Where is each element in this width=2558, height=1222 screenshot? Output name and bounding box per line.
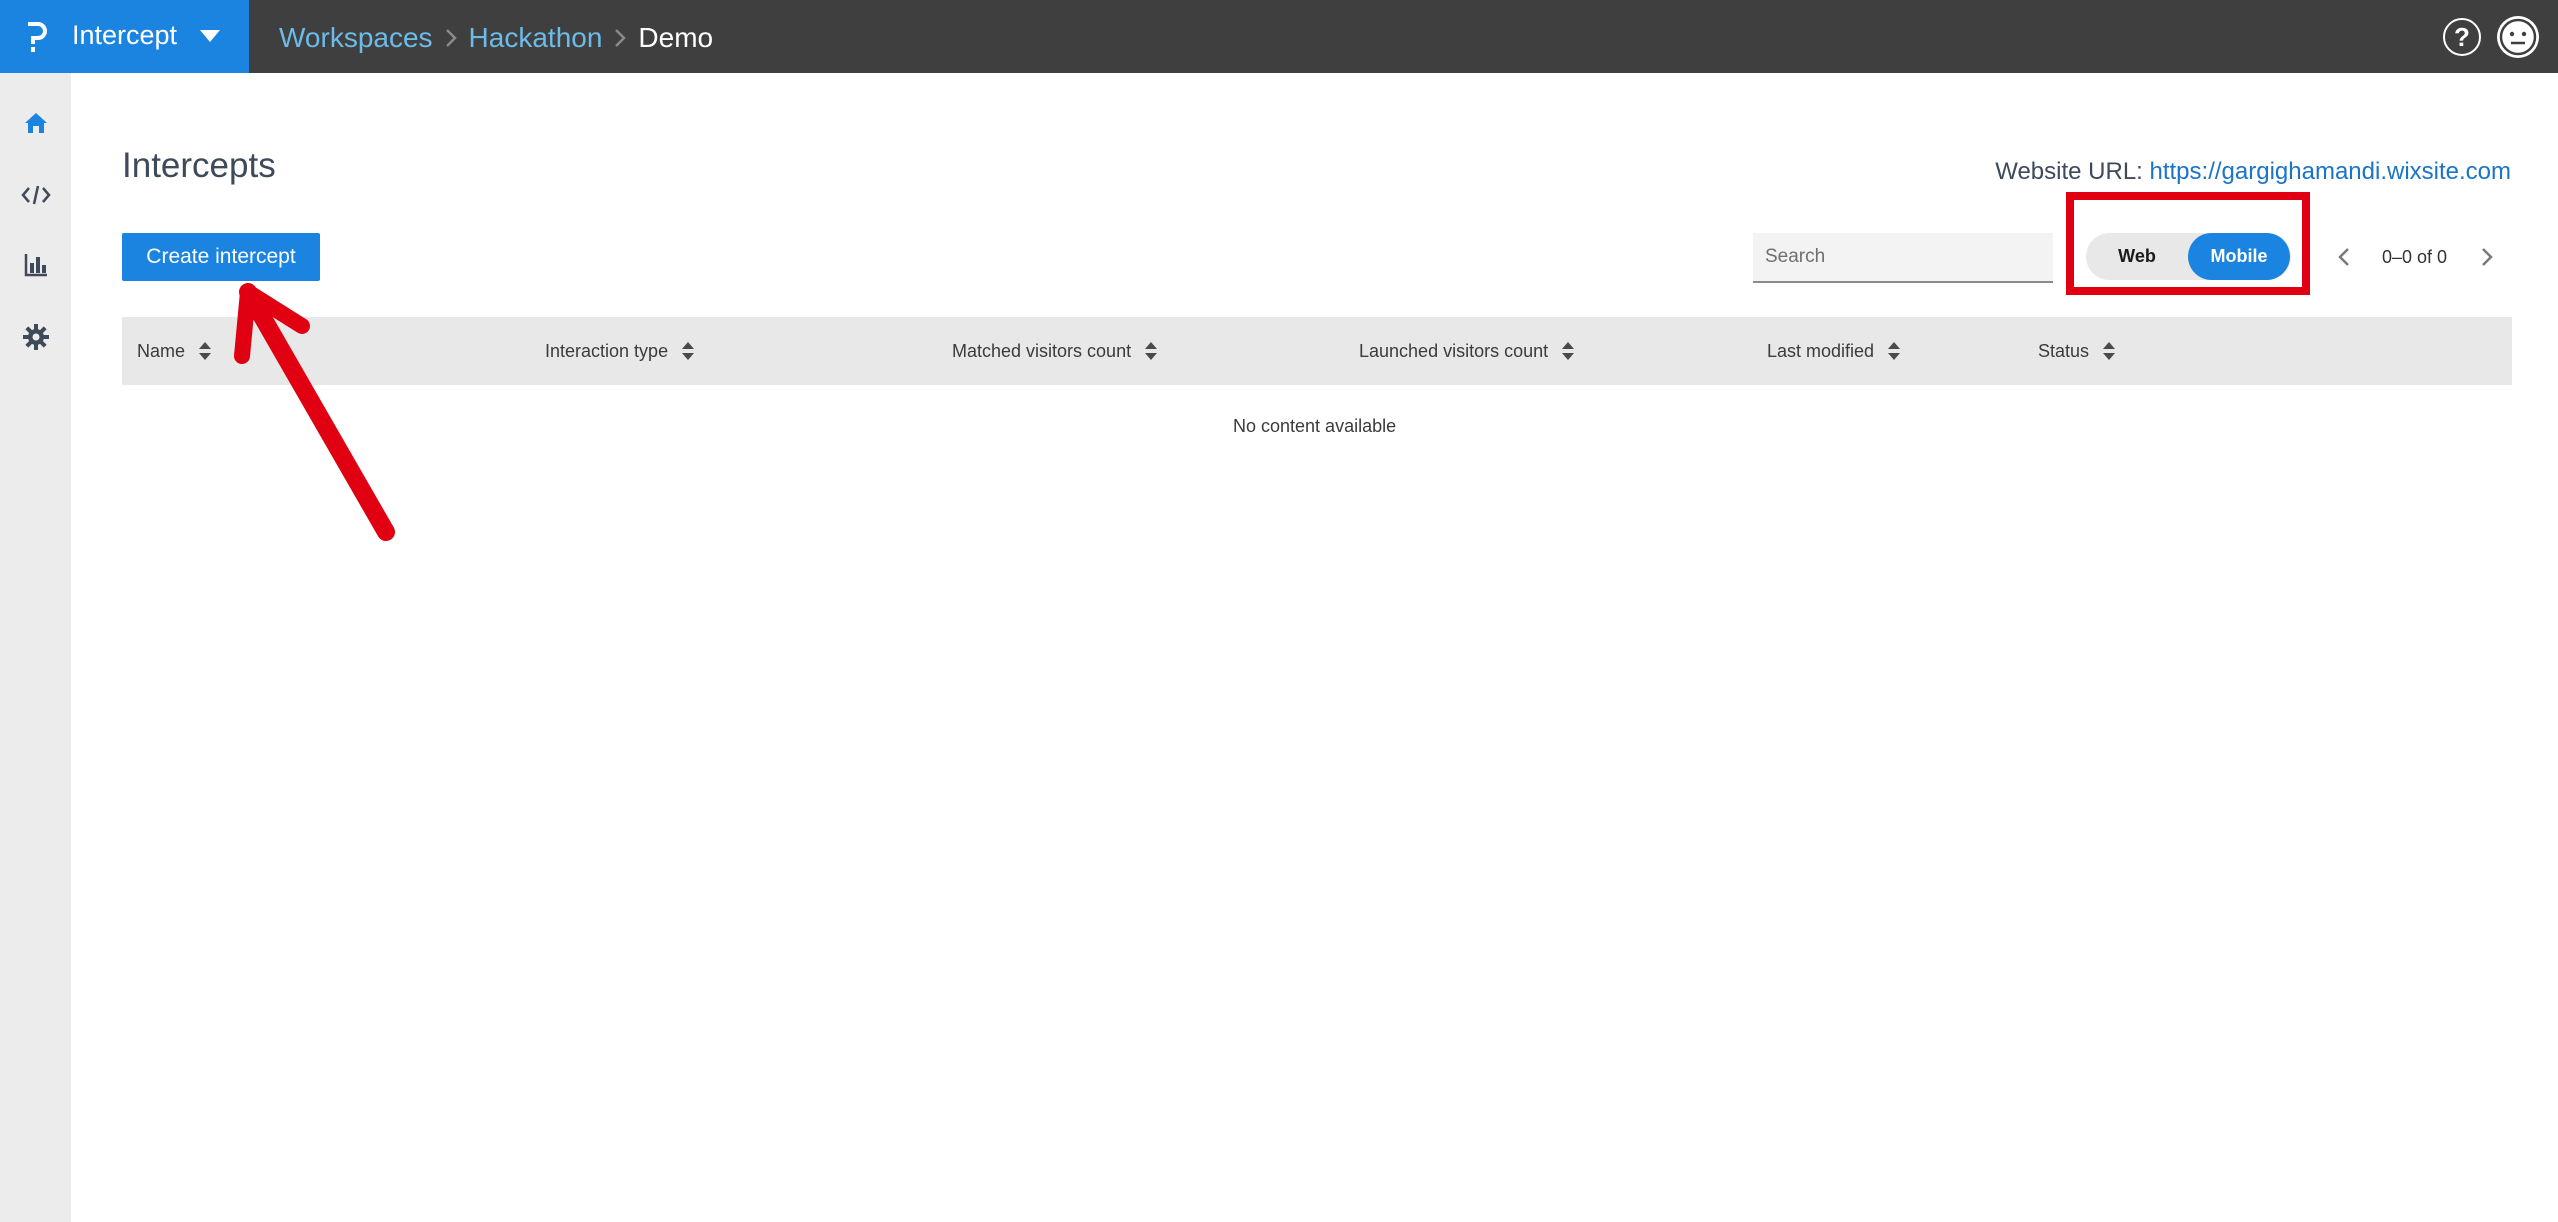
chevron-right-icon (602, 23, 638, 53)
sort-icon (199, 342, 212, 360)
chevron-right-icon (433, 23, 469, 53)
help-button[interactable]: ? (2443, 18, 2481, 56)
sidebar-item-settings[interactable] (0, 307, 71, 367)
user-face-icon (2499, 18, 2537, 56)
column-header-interaction-type[interactable]: Interaction type (545, 317, 696, 385)
pager-prev-button[interactable] (2331, 240, 2357, 274)
column-header-label: Status (2038, 340, 2090, 361)
sidebar-item-code[interactable] (0, 165, 71, 225)
empty-state-text: No content available (1233, 416, 1397, 436)
sidebar (0, 73, 71, 1222)
website-url: Website URL: https://gargighamandi.wixsi… (1995, 158, 2511, 186)
sort-icon (2103, 342, 2116, 360)
column-header-label: Matched visitors count (952, 340, 1132, 361)
page-title: Intercepts (122, 146, 276, 185)
pager-text: 0–0 of 0 (2382, 247, 2448, 267)
breadcrumb-demo: Demo (638, 22, 714, 53)
app-switcher[interactable]: Intercept (0, 0, 249, 73)
sort-icon (682, 342, 695, 360)
sort-icon (1562, 342, 1575, 360)
annotation-arrow-icon (234, 283, 395, 541)
avatar[interactable] (2497, 16, 2539, 58)
website-url-label: Website URL: (1995, 158, 2143, 185)
search-input[interactable] (1753, 233, 2053, 283)
chevron-left-icon (2338, 248, 2349, 266)
column-header-label: Launched visitors count (1359, 340, 1549, 361)
table-header: Name Interaction type Matched visitors c… (122, 317, 2512, 385)
sidebar-item-analytics[interactable] (0, 235, 71, 295)
column-header-label: Name (137, 340, 186, 361)
top-bar: Intercept Workspaces Hackathon Demo ? (0, 0, 2558, 73)
website-url-link[interactable]: https://gargighamandi.wixsite.com (2150, 158, 2512, 185)
pendo-logo-icon (28, 22, 47, 52)
sidebar-item-home[interactable] (0, 93, 71, 153)
code-icon (20, 185, 51, 205)
chevron-down-icon (200, 30, 220, 42)
column-header-launched-visitors[interactable]: Launched visitors count (1359, 317, 1576, 385)
sort-icon (1888, 342, 1901, 360)
chevron-right-icon (2482, 248, 2493, 266)
column-header-name[interactable]: Name (137, 317, 213, 385)
column-header-label: Interaction type (545, 340, 669, 361)
home-icon (24, 113, 47, 133)
gear-icon (22, 324, 49, 350)
bar-chart-icon (24, 254, 47, 277)
breadcrumb: Workspaces Hackathon Demo (279, 20, 713, 56)
breadcrumb-hackathon[interactable]: Hackathon (469, 22, 603, 54)
column-header-label: Last modified (1767, 340, 1875, 361)
column-header-status[interactable]: Status (2038, 317, 2117, 385)
column-header-last-modified[interactable]: Last modified (1767, 317, 1902, 385)
app-name: Intercept (72, 20, 178, 50)
breadcrumb-workspaces[interactable]: Workspaces (279, 22, 433, 54)
sort-icon (1145, 342, 1158, 360)
column-header-matched-visitors[interactable]: Matched visitors count (952, 317, 1159, 385)
annotation-highlight-box (2066, 192, 2310, 295)
pager-next-button[interactable] (2474, 240, 2500, 274)
